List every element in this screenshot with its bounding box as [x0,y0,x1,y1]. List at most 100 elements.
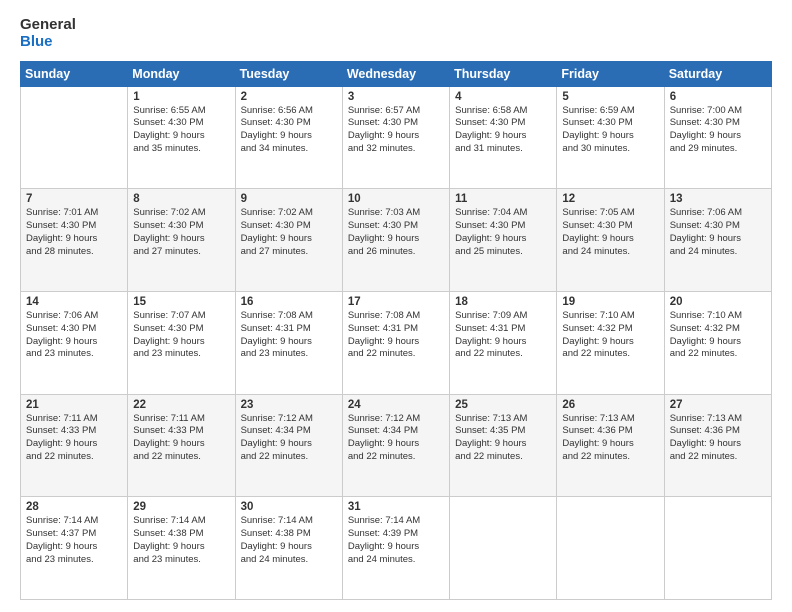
day-number: 9 [241,193,337,205]
logo: General Blue [20,16,76,51]
day-info: Sunrise: 7:08 AM Sunset: 4:31 PM Dayligh… [241,310,337,361]
day-info: Sunrise: 7:11 AM Sunset: 4:33 PM Dayligh… [133,413,229,464]
weekday-header-saturday: Saturday [664,61,771,86]
day-info: Sunrise: 7:07 AM Sunset: 4:30 PM Dayligh… [133,310,229,361]
day-number: 3 [348,91,444,103]
day-number: 27 [670,399,766,411]
day-info: Sunrise: 7:05 AM Sunset: 4:30 PM Dayligh… [562,207,658,258]
calendar-cell [21,86,128,189]
day-info: Sunrise: 7:10 AM Sunset: 4:32 PM Dayligh… [562,310,658,361]
weekday-header-sunday: Sunday [21,61,128,86]
calendar-cell: 10 Sunrise: 7:03 AM Sunset: 4:30 PM Dayli… [342,189,449,292]
day-number: 18 [455,296,551,308]
day-number: 23 [241,399,337,411]
calendar-cell: 22 Sunrise: 7:11 AM Sunset: 4:33 PM Dayli… [128,394,235,497]
day-number: 11 [455,193,551,205]
day-number: 22 [133,399,229,411]
calendar-cell: 7Sunrise: 7:01 AM Sunset: 4:30 PM Daylig… [21,189,128,292]
day-number: 2 [241,91,337,103]
calendar-cell: 25 Sunrise: 7:13 AM Sunset: 4:35 PM Dayli… [450,394,557,497]
weekday-header-thursday: Thursday [450,61,557,86]
calendar-cell: 18 Sunrise: 7:09 AM Sunset: 4:31 PM Dayli… [450,291,557,394]
calendar-table: SundayMondayTuesdayWednesdayThursdayFrid… [20,61,772,601]
day-info: Sunrise: 7:03 AM Sunset: 4:30 PM Dayligh… [348,207,444,258]
calendar-cell: 6 Sunrise: 7:00 AM Sunset: 4:30 PM Daylig… [664,86,771,189]
day-info: Sunrise: 7:08 AM Sunset: 4:31 PM Dayligh… [348,310,444,361]
calendar-cell: 3 Sunrise: 6:57 AM Sunset: 4:30 PM Daylig… [342,86,449,189]
day-number: 8 [133,193,229,205]
weekday-header-monday: Monday [128,61,235,86]
logo-blue: Blue [20,33,76,50]
weekday-header-wednesday: Wednesday [342,61,449,86]
day-number: 4 [455,91,551,103]
calendar-cell: 21Sunrise: 7:11 AM Sunset: 4:33 PM Dayli… [21,394,128,497]
day-number: 12 [562,193,658,205]
calendar-cell: 26Sunrise: 7:13 AM Sunset: 4:36 PM Dayli… [557,394,664,497]
calendar-week-1: 1 Sunrise: 6:55 AM Sunset: 4:30 PM Daylig… [21,86,772,189]
day-number: 17 [348,296,444,308]
calendar-cell: 15 Sunrise: 7:07 AM Sunset: 4:30 PM Dayli… [128,291,235,394]
day-info: Sunrise: 7:12 AM Sunset: 4:34 PM Dayligh… [241,413,337,464]
calendar-cell: 29 Sunrise: 7:14 AM Sunset: 4:38 PM Dayli… [128,497,235,600]
day-info: Sunrise: 7:10 AM Sunset: 4:32 PM Dayligh… [670,310,766,361]
day-info: Sunrise: 7:13 AM Sunset: 4:36 PM Dayligh… [562,413,658,464]
calendar-cell: 5Sunrise: 6:59 AM Sunset: 4:30 PM Daylig… [557,86,664,189]
day-info: Sunrise: 6:55 AM Sunset: 4:30 PM Dayligh… [133,105,229,156]
day-number: 21 [26,399,122,411]
calendar-cell: 27 Sunrise: 7:13 AM Sunset: 4:36 PM Dayli… [664,394,771,497]
calendar-cell [664,497,771,600]
day-info: Sunrise: 7:00 AM Sunset: 4:30 PM Dayligh… [670,105,766,156]
calendar-cell: 17 Sunrise: 7:08 AM Sunset: 4:31 PM Dayli… [342,291,449,394]
calendar-cell: 2 Sunrise: 6:56 AM Sunset: 4:30 PM Daylig… [235,86,342,189]
calendar-cell: 30Sunrise: 7:14 AM Sunset: 4:38 PM Dayli… [235,497,342,600]
day-info: Sunrise: 7:13 AM Sunset: 4:36 PM Dayligh… [670,413,766,464]
header: General Blue [20,16,772,51]
day-number: 31 [348,501,444,513]
weekday-header-friday: Friday [557,61,664,86]
calendar-cell: 28Sunrise: 7:14 AM Sunset: 4:37 PM Dayli… [21,497,128,600]
calendar-cell: 24Sunrise: 7:12 AM Sunset: 4:34 PM Dayli… [342,394,449,497]
day-number: 10 [348,193,444,205]
calendar-cell: 31 Sunrise: 7:14 AM Sunset: 4:39 PM Dayli… [342,497,449,600]
weekday-header-row: SundayMondayTuesdayWednesdayThursdayFrid… [21,61,772,86]
calendar-cell: 20Sunrise: 7:10 AM Sunset: 4:32 PM Dayli… [664,291,771,394]
day-number: 25 [455,399,551,411]
day-info: Sunrise: 6:57 AM Sunset: 4:30 PM Dayligh… [348,105,444,156]
day-info: Sunrise: 7:14 AM Sunset: 4:38 PM Dayligh… [241,515,337,566]
day-number: 6 [670,91,766,103]
calendar-week-3: 14 Sunrise: 7:06 AM Sunset: 4:30 PM Dayli… [21,291,772,394]
calendar-week-4: 21 Sunrise: 7:11 AM Sunset: 4:33 PM Dayli… [21,394,772,497]
day-info: Sunrise: 7:06 AM Sunset: 4:30 PM Dayligh… [26,310,122,361]
weekday-header-tuesday: Tuesday [235,61,342,86]
day-number: 5 [562,91,658,103]
day-info: Sunrise: 7:06 AM Sunset: 4:30 PM Dayligh… [670,207,766,258]
day-info: Sunrise: 6:56 AM Sunset: 4:30 PM Dayligh… [241,105,337,156]
day-info: Sunrise: 7:09 AM Sunset: 4:31 PM Dayligh… [455,310,551,361]
day-number: 1 [133,91,229,103]
day-info: Sunrise: 7:14 AM Sunset: 4:38 PM Dayligh… [133,515,229,566]
day-info: Sunrise: 6:58 AM Sunset: 4:30 PM Dayligh… [455,105,551,156]
day-number: 16 [241,296,337,308]
day-number: 14 [26,296,122,308]
page: General Blue SundayMondayTuesdayWednesda… [0,0,792,612]
calendar-cell: 4 Sunrise: 6:58 AM Sunset: 4:30 PM Daylig… [450,86,557,189]
day-info: Sunrise: 7:14 AM Sunset: 4:39 PM Dayligh… [348,515,444,566]
calendar-cell: 11Sunrise: 7:04 AM Sunset: 4:30 PM Dayli… [450,189,557,292]
day-info: Sunrise: 7:13 AM Sunset: 4:35 PM Dayligh… [455,413,551,464]
day-info: Sunrise: 7:12 AM Sunset: 4:34 PM Dayligh… [348,413,444,464]
calendar-cell: 1 Sunrise: 6:55 AM Sunset: 4:30 PM Daylig… [128,86,235,189]
calendar-cell: 13 Sunrise: 7:06 AM Sunset: 4:30 PM Dayli… [664,189,771,292]
day-number: 15 [133,296,229,308]
calendar-cell: 23 Sunrise: 7:12 AM Sunset: 4:34 PM Dayli… [235,394,342,497]
logo-general: General [20,16,76,33]
calendar-cell: 19Sunrise: 7:10 AM Sunset: 4:32 PM Dayli… [557,291,664,394]
day-number: 7 [26,193,122,205]
calendar-cell: 8Sunrise: 7:02 AM Sunset: 4:30 PM Daylig… [128,189,235,292]
day-number: 28 [26,501,122,513]
day-info: Sunrise: 7:02 AM Sunset: 4:30 PM Dayligh… [241,207,337,258]
day-number: 13 [670,193,766,205]
calendar-cell [557,497,664,600]
day-number: 29 [133,501,229,513]
calendar-cell: 14 Sunrise: 7:06 AM Sunset: 4:30 PM Dayli… [21,291,128,394]
calendar-week-5: 28Sunrise: 7:14 AM Sunset: 4:37 PM Dayli… [21,497,772,600]
